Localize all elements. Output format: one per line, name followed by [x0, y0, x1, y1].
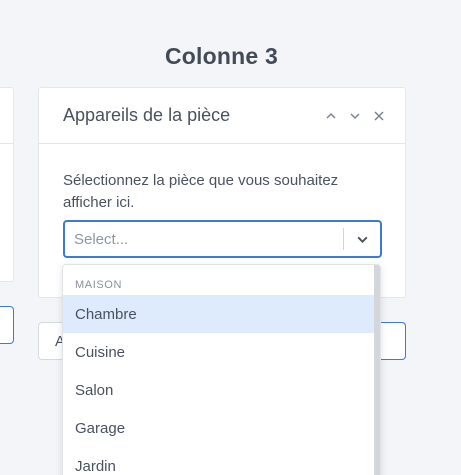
card-title: Appareils de la pièce: [63, 105, 231, 125]
chevron-down-icon[interactable]: [343, 104, 367, 128]
room-select-placeholder: Select...: [74, 230, 129, 248]
room-select-description: Sélectionnez la pièce que vous souhaitez…: [63, 172, 339, 211]
previous-card-divider: [0, 143, 13, 144]
menu-option-salon[interactable]: Salon: [63, 371, 374, 409]
menu-option-jardin[interactable]: Jardin: [63, 447, 374, 475]
card-header: Appareils de la pièce: [39, 88, 405, 144]
chevron-up-icon[interactable]: [319, 104, 343, 128]
menu-group-label: Maison: [75, 279, 122, 291]
previous-column-button[interactable]: [0, 306, 14, 344]
card-body: Sélectionnez la pièce que vous souhaitez…: [39, 144, 405, 214]
room-select[interactable]: Select...: [63, 220, 382, 258]
menu-option-garage[interactable]: Garage: [63, 409, 374, 447]
menu-option-cuisine[interactable]: Cuisine: [63, 333, 374, 371]
column-title: Colonne 3: [165, 43, 278, 69]
room-dropdown-menu: Maison Chambre Cuisine Salon Garage Jard…: [62, 264, 381, 475]
previous-column-card: [0, 87, 14, 282]
close-icon[interactable]: [367, 104, 391, 128]
dropdown-chevron-icon[interactable]: [344, 222, 380, 256]
dashboard-stage: Colonne 3 Appareils de la pièce Sélectio…: [0, 0, 461, 475]
menu-option-chambre[interactable]: Chambre: [63, 295, 374, 333]
menu-scrollbar[interactable]: [374, 265, 380, 475]
